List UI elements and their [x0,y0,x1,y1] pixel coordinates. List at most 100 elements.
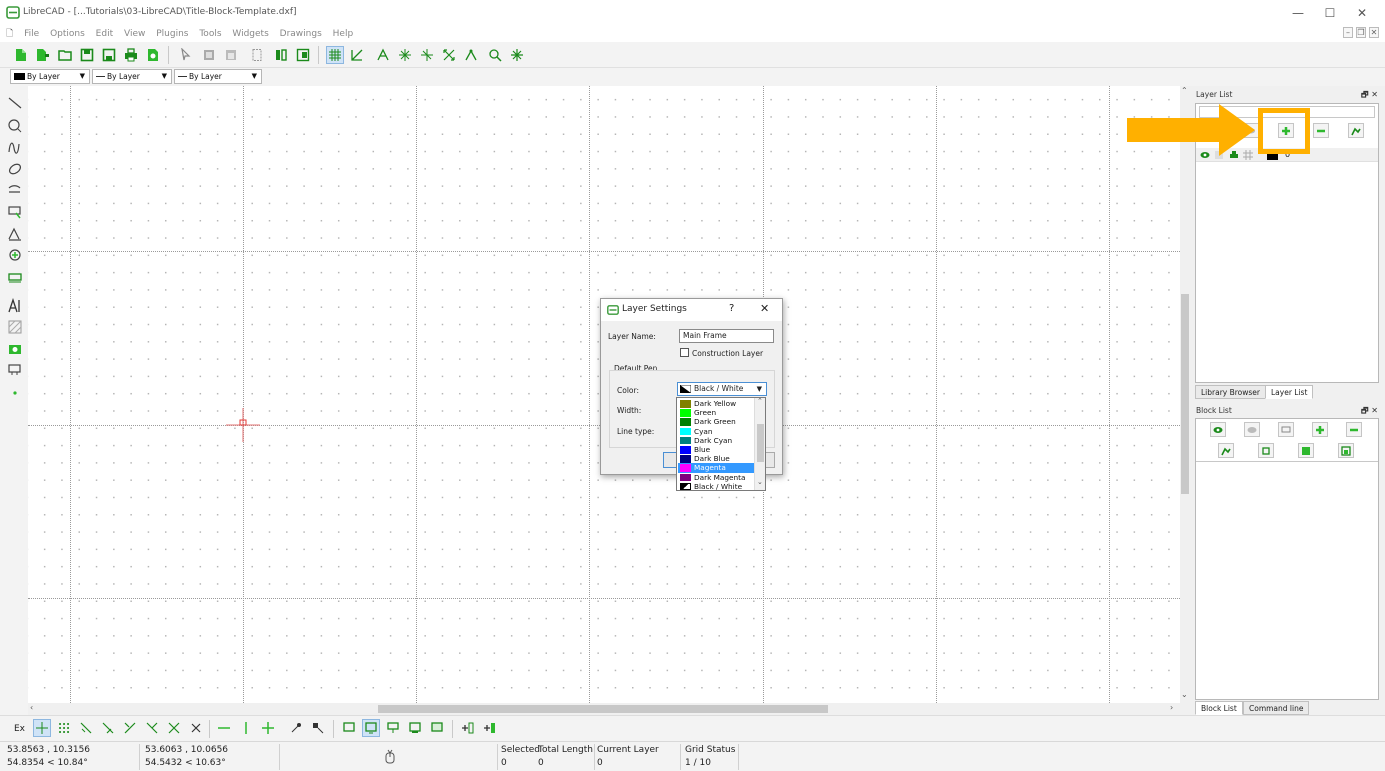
print-preview-icon[interactable] [144,46,162,64]
layer-name-input[interactable]: Main Frame [679,329,774,343]
color-option[interactable]: Green [678,408,754,417]
chevron-up-icon[interactable]: ⌃ [757,397,763,405]
copy-icon[interactable] [200,46,218,64]
image-tool-icon[interactable] [6,340,24,358]
color-option[interactable]: Dark Yellow [678,399,754,408]
dimension-tool-icon[interactable] [6,225,24,243]
create-block-button[interactable] [1278,422,1294,437]
view-mode-1-icon[interactable] [340,719,358,737]
curve-tool-icon[interactable] [6,138,24,156]
dialog-close-button[interactable]: ✕ [760,302,769,315]
point-tool-icon[interactable] [6,384,24,402]
maximize-button[interactable]: ☐ [1320,4,1340,22]
menu-edit[interactable]: Edit [96,26,113,42]
menu-widgets[interactable]: Widgets [232,26,268,42]
snap-on-entity-icon[interactable] [99,719,117,737]
snap-grid-icon[interactable] [55,719,73,737]
vertical-scrollbar[interactable]: ⌃ ⌄ [1180,86,1190,703]
tab-library-browser[interactable]: Library Browser [1195,385,1267,399]
menu-drawings[interactable]: Drawings [280,26,322,42]
open-file-icon[interactable] [56,46,74,64]
zoom-in-icon[interactable] [396,46,414,64]
scroll-up-icon[interactable]: ⌃ [1181,86,1188,95]
minimize-button[interactable]: — [1288,4,1308,22]
save-as-icon[interactable] [100,46,118,64]
view-mode-4-icon[interactable] [406,719,424,737]
color-option[interactable]: Cyan [678,427,754,436]
color-option[interactable]: Dark Blue [678,454,754,463]
relative-zero-icon[interactable] [287,719,305,737]
pen-color-combo[interactable]: By Layer ▼ [10,69,90,84]
snap-endpoint-icon[interactable] [77,719,95,737]
select-tool-icon[interactable] [6,203,24,221]
chevron-down-icon[interactable]: ⌄ [757,478,763,486]
view-mode-3-icon[interactable] [384,719,402,737]
snap-intersection-icon[interactable] [187,719,205,737]
text-tool-icon[interactable] [6,297,24,315]
pen-width-combo[interactable]: By Layer ▼ [92,69,172,84]
restrict-horizontal-icon[interactable] [215,719,233,737]
select-pointer-icon[interactable] [176,46,194,64]
grid-toggle-icon[interactable] [326,46,344,64]
block-tool-icon[interactable] [6,361,24,379]
line-tool-icon[interactable] [6,94,24,112]
show-block-button[interactable] [1210,422,1226,437]
color-option[interactable]: Dark Cyan [678,436,754,445]
snap-free-icon[interactable] [33,719,51,737]
snap-distance-icon[interactable] [165,719,183,737]
construction-layer-checkbox[interactable] [680,348,689,357]
mdi-close-button[interactable]: ✕ [1369,27,1379,38]
snap-middle-icon[interactable] [143,719,161,737]
remove-block-button[interactable] [1346,422,1362,437]
edit-block-button[interactable] [1258,443,1274,458]
color-option[interactable]: Dark Green [678,417,754,426]
color-option[interactable]: Blue [678,445,754,454]
menu-view[interactable]: View [124,26,145,42]
scrollbar-thumb[interactable] [1181,294,1189,494]
close-window-button[interactable]: ✕ [1352,4,1372,22]
new-file-icon[interactable] [12,46,30,64]
menu-file[interactable]: File [24,26,39,42]
tab-block-list[interactable]: Block List [1195,701,1243,715]
color-option[interactable]: Dark Magenta [678,473,754,482]
add-entity-icon[interactable] [459,719,477,737]
rename-block-button[interactable] [1218,443,1234,458]
save-icon[interactable] [78,46,96,64]
cut-icon[interactable] [248,46,266,64]
scrollbar-thumb[interactable] [378,705,828,713]
zoom-pan-icon[interactable] [508,46,526,64]
view-mode-2-icon[interactable] [362,719,380,737]
color-dropdown-list[interactable]: Dark Yellow Green Dark Green Cyan Dark Cyan B… [676,397,766,491]
restrict-orthogonal-icon[interactable] [259,719,277,737]
undo-icon[interactable] [272,46,290,64]
block-list-area[interactable] [1196,461,1378,699]
scrollbar-thumb[interactable] [757,424,764,462]
zoom-previous-icon[interactable] [462,46,480,64]
print-icon[interactable] [122,46,140,64]
zoom-auto-icon[interactable] [440,46,458,64]
draft-mode-icon[interactable] [348,46,366,64]
color-combo[interactable]: Black / White ▼ [677,382,767,396]
mdi-minimize-button[interactable]: – [1343,27,1353,38]
paste-icon[interactable] [222,46,240,64]
scroll-right-icon[interactable]: › [1170,703,1173,712]
menu-plugins[interactable]: Plugins [156,26,188,42]
dock-controls[interactable]: 🗗 ✕ [1361,88,1378,101]
polyline-tool-icon[interactable] [6,182,24,200]
snap-center-icon[interactable] [121,719,139,737]
tab-command-line[interactable]: Command line [1243,701,1310,715]
view-mode-5-icon[interactable] [428,719,446,737]
menu-options[interactable]: Options [50,26,85,42]
lock-relative-zero-icon[interactable] [309,719,327,737]
add-block-entity-icon[interactable] [481,719,499,737]
menu-help[interactable]: Help [333,26,354,42]
hatch-tool-icon[interactable] [6,318,24,336]
modify-tool-icon[interactable] [6,246,24,264]
hide-block-button[interactable] [1244,422,1260,437]
dialog-help-button[interactable]: ? [729,303,734,314]
scroll-down-icon[interactable]: ⌄ [1181,690,1188,699]
circle-tool-icon[interactable] [6,117,24,135]
tab-layer-list[interactable]: Layer List [1265,385,1314,399]
new-from-template-icon[interactable] [34,46,52,64]
remove-layer-button[interactable] [1313,123,1329,138]
